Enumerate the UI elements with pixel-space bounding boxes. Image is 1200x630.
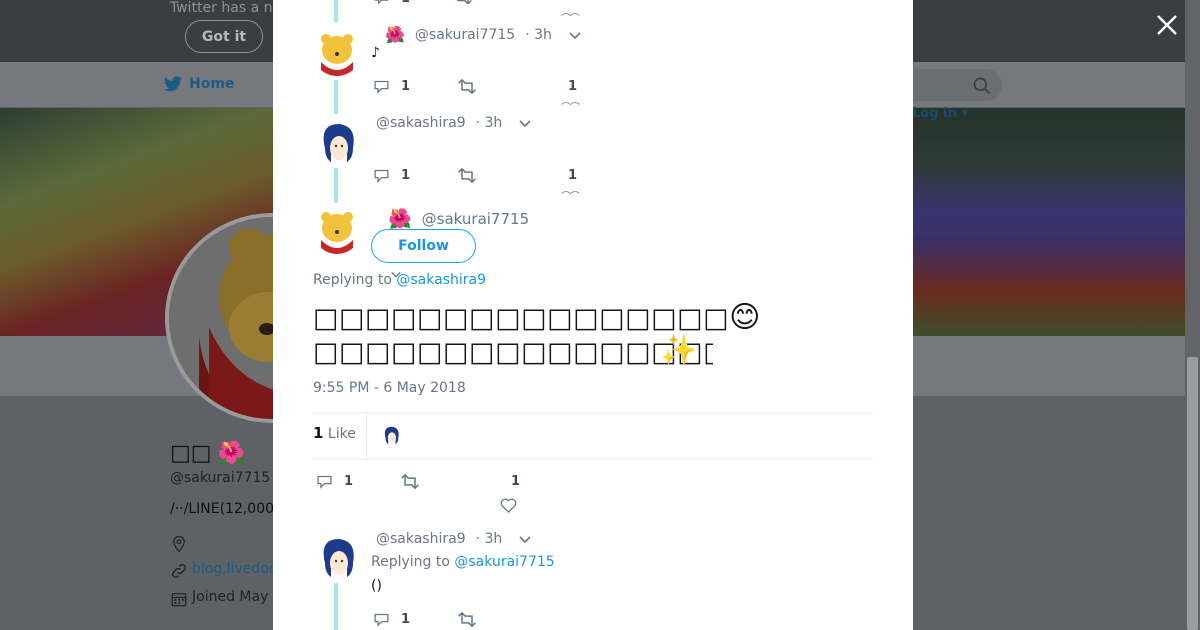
retweet-icon[interactable] xyxy=(457,611,477,628)
reply-icon[interactable] xyxy=(373,611,390,628)
avatar[interactable] xyxy=(313,206,361,254)
divider xyxy=(313,412,873,413)
reply-icon[interactable] xyxy=(373,0,390,4)
reply-count: 1 xyxy=(401,168,411,183)
avatar[interactable] xyxy=(313,118,361,166)
like-count: 1 xyxy=(511,474,521,489)
like-heart-partial: ⌒⌒ xyxy=(561,14,580,25)
tweet-text: □□□□□□□□□□□□□□□□ xyxy=(313,303,730,334)
like-heart-partial[interactable]: ⌒⌒ xyxy=(561,99,580,114)
tweet-header: @sakashira9 · 3h xyxy=(376,531,532,547)
calendar-icon xyxy=(171,593,187,607)
tweet-text-line1: □□□□□□□□□□□□□□□□😊 xyxy=(313,300,761,336)
thread-line xyxy=(334,0,338,22)
tweet-actions: 1 1 xyxy=(373,167,577,184)
retweet-icon[interactable] xyxy=(453,0,473,4)
search-icon[interactable] xyxy=(972,76,992,96)
username[interactable]: @sakurai7715 xyxy=(422,210,529,228)
close-icon[interactable] xyxy=(1154,12,1180,38)
tweet-header: 🌺 @sakurai7715 · 3h xyxy=(385,25,582,44)
flower-emoji: 🌺 xyxy=(385,25,405,44)
flower-emoji: 🌺 xyxy=(388,208,412,230)
tweet-header: @sakashira9 · 3h xyxy=(376,115,532,131)
tweet-time[interactable]: · 3h xyxy=(525,27,552,43)
login-link[interactable]: Log in ▾ xyxy=(912,106,968,121)
reply-icon[interactable] xyxy=(373,167,390,184)
avatar[interactable] xyxy=(313,533,361,581)
like-stat-word: Like xyxy=(327,426,356,442)
replying-to-link[interactable]: @sakurai7715 xyxy=(454,554,554,570)
tweet-time[interactable]: · 3h xyxy=(476,115,503,131)
tweet-text-line2: □□□□□□□□□□□□□□□□□□□□□□□□□□□□□□□□□□□□□□□□… xyxy=(313,335,713,370)
profile-link[interactable]: blog.livedoo xyxy=(192,561,277,577)
tweet-timestamp[interactable]: 9:55 PM - 6 May 2018 xyxy=(313,380,466,396)
divider xyxy=(366,413,367,459)
liker-avatar[interactable] xyxy=(380,424,402,446)
profile-bio: /··/LINE(12,000 xyxy=(170,501,275,517)
profile-handle: @sakurai7715 xyxy=(170,470,271,486)
chevron-down-icon[interactable] xyxy=(518,116,532,130)
replying-prefix: Replying to xyxy=(313,272,392,288)
thread-line xyxy=(334,168,338,203)
tweet-header: 🌺 @sakurai7715 xyxy=(388,207,529,230)
tweet-time[interactable]: · 3h xyxy=(476,531,503,547)
replying-to: Replying to @sakashira9 xyxy=(313,272,486,288)
retweet-icon[interactable] xyxy=(457,78,477,95)
login-label: Log in xyxy=(912,106,957,121)
follow-button[interactable]: Follow xyxy=(371,229,476,263)
chevron-down-icon[interactable] xyxy=(568,28,582,42)
tweet-actions: 1 1 xyxy=(316,473,520,490)
tweet-text: () xyxy=(371,578,382,594)
tweet-text: □□□□□□□□□□□□□□□□□□□□□□□□□□□□□□□□□□□□□□□□… xyxy=(313,337,713,368)
banner-text: Twitter has a n xyxy=(170,0,273,16)
profile-name: □□ 🌺 xyxy=(170,441,245,466)
reply-count: 1 xyxy=(401,0,410,6)
location-icon xyxy=(173,535,185,553)
replying-to-link[interactable]: @sakashira9 xyxy=(396,272,486,288)
username[interactable]: @sakashira9 xyxy=(376,115,466,131)
like-count: 1 xyxy=(568,168,578,183)
twitter-bird-icon xyxy=(163,76,183,92)
tweet-actions: 1 xyxy=(373,611,477,628)
reply-icon[interactable] xyxy=(373,78,390,95)
username[interactable]: @sakurai7715 xyxy=(415,27,515,43)
scrollbar-thumb[interactable] xyxy=(1187,357,1198,630)
like-stat[interactable]: 1 Like xyxy=(313,424,356,442)
reply-icon[interactable] xyxy=(316,473,333,490)
avatar[interactable] xyxy=(313,28,361,76)
replying-prefix: Replying to xyxy=(371,554,450,570)
chevron-down-icon[interactable] xyxy=(518,532,532,546)
heart-icon[interactable] xyxy=(500,497,517,513)
reply-count: 1 xyxy=(401,79,411,94)
retweet-icon[interactable] xyxy=(400,473,420,490)
like-heart-partial[interactable]: ⌒⌒ xyxy=(561,188,580,203)
like-stat-number: 1 xyxy=(313,424,324,442)
retweet-icon[interactable] xyxy=(457,167,477,184)
thread-line xyxy=(334,80,338,114)
profile-name-text: □□ xyxy=(170,441,212,466)
divider xyxy=(313,459,873,460)
nav-home-label: Home xyxy=(189,76,235,92)
nav-home[interactable]: Home xyxy=(163,74,234,94)
thread-line xyxy=(334,583,338,630)
reply-count: 1 xyxy=(344,474,354,489)
sparkles-emoji: ✨ xyxy=(660,333,698,368)
tweet-modal: 1 ⌒⌒ 🌺 @sakurai7715 · 3h ♪ 1 1 ⌒⌒ xyxy=(273,0,913,630)
smiling-emoji: 😊 xyxy=(729,300,761,335)
link-icon xyxy=(172,564,186,578)
replying-to: Replying to @sakurai7715 xyxy=(371,554,555,570)
reply-count: 1 xyxy=(401,612,411,627)
flower-emoji: 🌺 xyxy=(217,441,245,466)
header-image-right xyxy=(913,108,1185,336)
like-count: 1 xyxy=(568,79,578,94)
tweet-actions: 1 1 xyxy=(373,78,577,95)
username[interactable]: @sakashira9 xyxy=(376,531,466,547)
got-it-button[interactable]: Got it xyxy=(185,20,263,53)
tweet-text: ♪ xyxy=(371,45,380,61)
profile-joined: Joined May xyxy=(192,589,269,605)
